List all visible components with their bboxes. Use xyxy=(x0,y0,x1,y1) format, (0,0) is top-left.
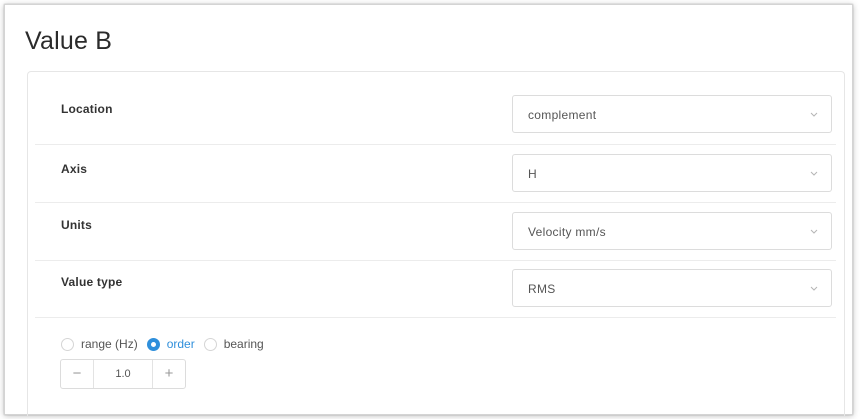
units-select-value: Velocity mm/s xyxy=(528,225,606,239)
order-radio[interactable] xyxy=(146,337,160,351)
decrement-button[interactable]: − xyxy=(61,360,94,388)
value-b-card: Value B Location complement Axis H Units… xyxy=(4,4,853,416)
order-radio-label[interactable]: order xyxy=(167,337,195,351)
range-hz-radio-label[interactable]: range (Hz) xyxy=(81,337,138,351)
chevron-down-icon xyxy=(809,109,819,119)
increment-button[interactable]: + xyxy=(152,360,185,388)
section-title: Value B xyxy=(25,27,113,55)
location-select-value: complement xyxy=(528,108,597,122)
location-label: Location xyxy=(61,102,113,116)
location-row: Location complement xyxy=(35,67,836,145)
axis-select-value: H xyxy=(528,167,537,181)
axis-select[interactable]: H xyxy=(512,154,832,192)
order-stepper: − 1.0 + xyxy=(60,359,186,389)
axis-row: Axis H xyxy=(35,145,836,203)
units-select[interactable]: Velocity mm/s xyxy=(512,212,832,250)
value-type-select[interactable]: RMS xyxy=(512,269,832,307)
bearing-radio-label[interactable]: bearing xyxy=(224,337,264,351)
value-type-row: Value type RMS xyxy=(35,261,836,318)
units-row: Units Velocity mm/s xyxy=(35,203,836,261)
chevron-down-icon xyxy=(809,226,819,236)
range-hz-radio[interactable] xyxy=(61,337,74,351)
bearing-radio[interactable] xyxy=(203,337,217,351)
chevron-down-icon xyxy=(809,168,819,178)
chevron-down-icon xyxy=(809,283,819,293)
units-label: Units xyxy=(61,218,92,232)
stepper-value[interactable]: 1.0 xyxy=(93,360,153,388)
value-type-label: Value type xyxy=(61,275,123,289)
value-type-select-value: RMS xyxy=(528,282,556,296)
axis-label: Axis xyxy=(61,162,88,176)
location-select[interactable]: complement xyxy=(512,95,832,133)
mode-radio-group: range (Hz) order bearing xyxy=(61,335,273,353)
